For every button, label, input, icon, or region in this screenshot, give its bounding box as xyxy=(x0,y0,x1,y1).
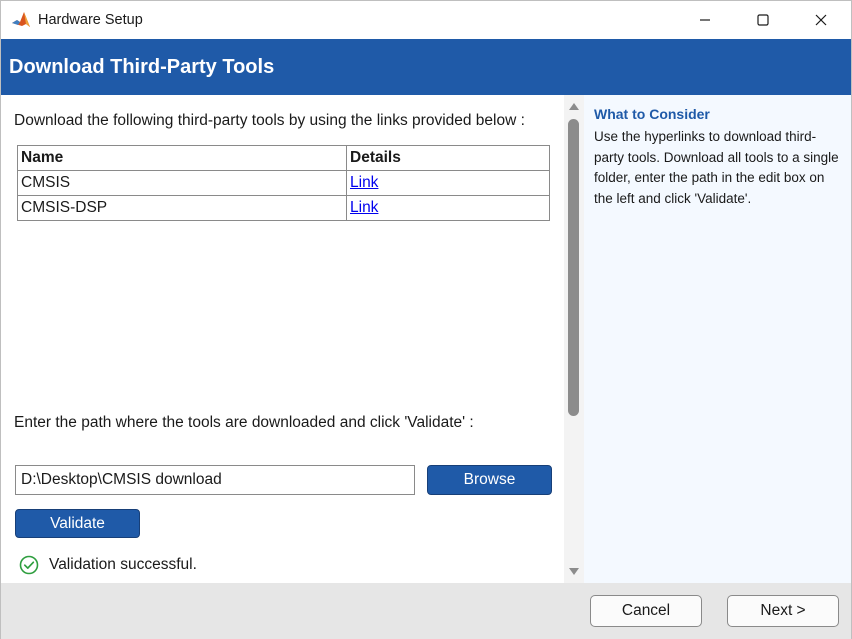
help-text: Use the hyperlinks to download third-par… xyxy=(594,129,839,206)
minimize-icon xyxy=(700,19,710,21)
maximize-icon xyxy=(757,14,769,26)
validation-status-text: Validation successful. xyxy=(49,556,197,573)
tool-details-cell: Link xyxy=(346,195,550,221)
help-heading: What to Consider xyxy=(594,106,710,122)
close-button[interactable] xyxy=(792,1,850,39)
title-bar[interactable]: Hardware Setup xyxy=(1,1,851,39)
table-row: CMSIS Link xyxy=(17,170,550,196)
help-side-panel: What to Consider Use the hyperlinks to d… xyxy=(584,95,851,583)
column-header-details: Details xyxy=(346,145,550,171)
table-header-row: Name Details xyxy=(17,145,550,171)
footer-bar: Cancel Next > xyxy=(1,583,851,639)
scroll-down-arrow-icon[interactable] xyxy=(568,567,580,577)
window-title: Hardware Setup xyxy=(38,12,143,28)
validation-status: Validation successful. xyxy=(19,555,197,575)
page-title: Download Third-Party Tools xyxy=(9,56,275,78)
next-button[interactable]: Next > xyxy=(727,595,839,627)
tool-name-cell: CMSIS-DSP xyxy=(17,195,347,221)
tool-name-cell: CMSIS xyxy=(17,170,347,196)
cmsis-download-link[interactable]: Link xyxy=(350,174,378,191)
browse-button[interactable]: Browse xyxy=(427,465,552,495)
tool-details-cell: Link xyxy=(346,170,550,196)
check-circle-icon xyxy=(19,555,39,575)
cmsis-dsp-download-link[interactable]: Link xyxy=(350,199,378,216)
download-path-input[interactable] xyxy=(15,465,415,495)
path-label: Enter the path where the tools are downl… xyxy=(14,414,474,431)
close-icon xyxy=(815,14,827,26)
matlab-logo-icon xyxy=(11,10,31,30)
scroll-up-arrow-icon[interactable] xyxy=(568,101,580,111)
maximize-button[interactable] xyxy=(734,1,792,39)
download-instruction: Download the following third-party tools… xyxy=(14,112,525,129)
validate-button[interactable]: Validate xyxy=(15,509,140,538)
cancel-button[interactable]: Cancel xyxy=(590,595,702,627)
minimize-button[interactable] xyxy=(676,1,734,39)
table-row: CMSIS-DSP Link xyxy=(17,195,550,221)
scrollbar-thumb[interactable] xyxy=(568,119,579,416)
hardware-setup-window: Hardware Setup Download Third-Party Tool… xyxy=(0,0,852,639)
content-scrollbar[interactable] xyxy=(564,95,584,583)
main-content: Download the following third-party tools… xyxy=(1,95,564,583)
column-header-name: Name xyxy=(17,145,347,171)
tools-table: Name Details CMSIS Link CMSIS-DSP Link xyxy=(17,145,550,221)
page-header: Download Third-Party Tools xyxy=(1,39,851,95)
